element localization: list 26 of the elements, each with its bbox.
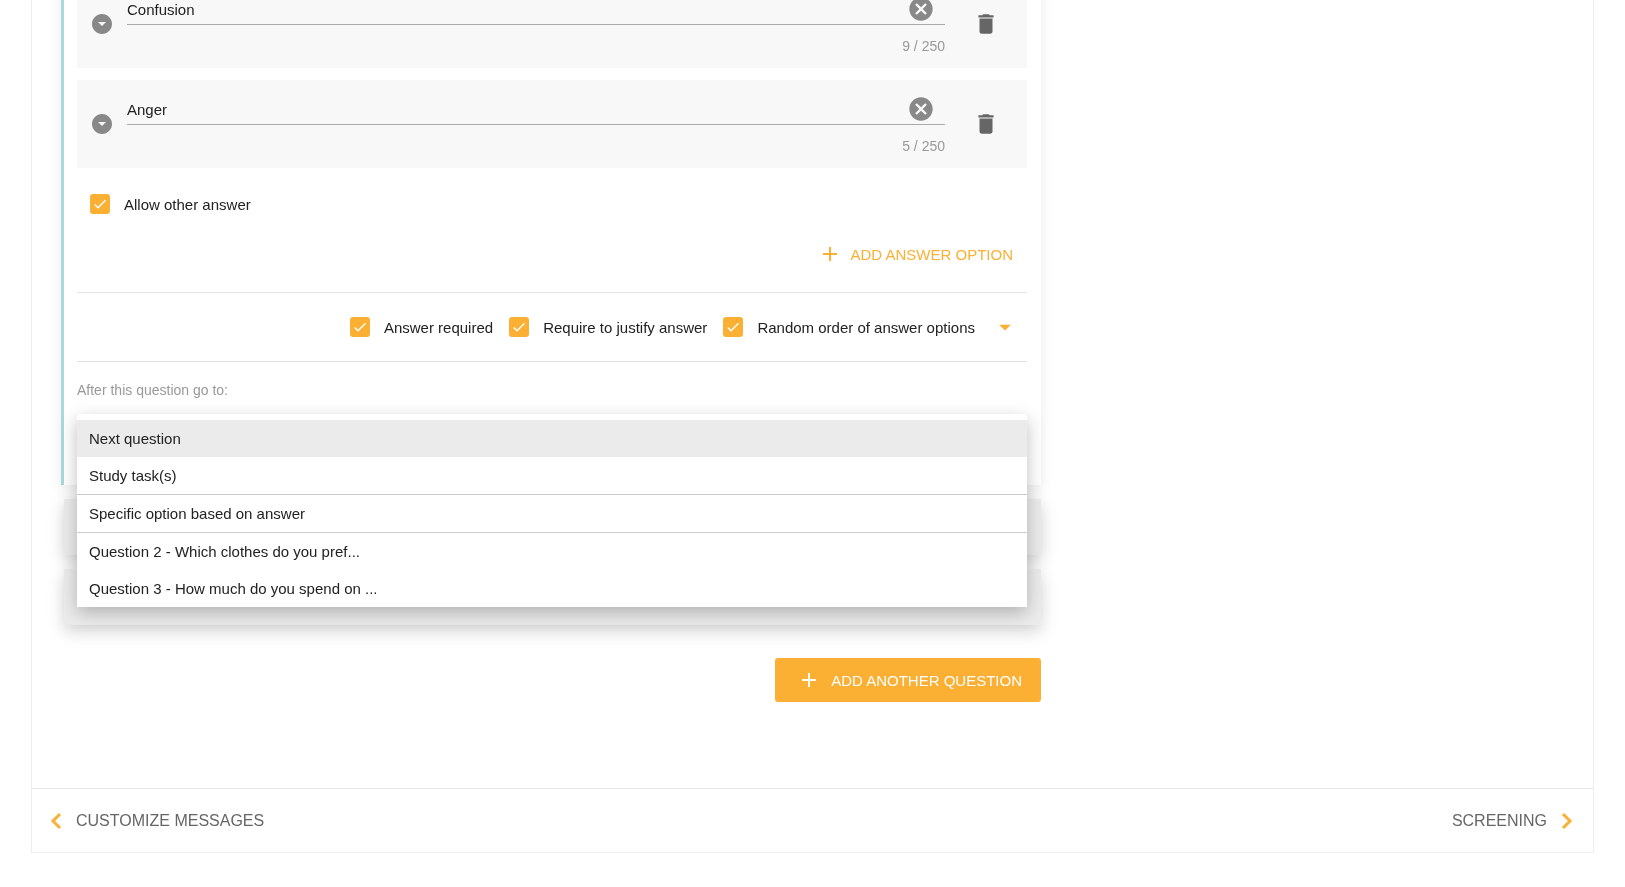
checkbox[interactable] xyxy=(90,194,110,214)
character-counter: 5 / 250 xyxy=(902,138,945,154)
clear-icon[interactable] xyxy=(907,95,935,123)
menu-item[interactable]: Specific option based on answer xyxy=(77,495,1027,532)
clear-icon[interactable] xyxy=(907,0,935,23)
checkbox-label: Random order of answer options xyxy=(757,318,975,336)
menu-item[interactable]: Question 2 - Which clothes do you pref... xyxy=(77,533,1027,570)
menu-item[interactable]: Next question xyxy=(77,420,1027,457)
menu-item[interactable]: Study task(s) xyxy=(77,457,1027,494)
checkbox-label: Allow other answer xyxy=(124,195,251,213)
back-link[interactable]: CUSTOMIZE MESSAGES xyxy=(50,811,265,830)
answer-option-field[interactable]: Confusion xyxy=(127,0,945,25)
chevron-right-icon xyxy=(1561,811,1573,830)
next-link[interactable]: SCREENING xyxy=(1451,811,1573,830)
checkbox-label: Require to justify answer xyxy=(543,318,708,336)
expand-icon[interactable] xyxy=(90,112,114,136)
menu-item[interactable]: Question 3 - How much do you spend on ... xyxy=(77,570,1027,607)
field-label: After this question go to: xyxy=(77,382,229,398)
character-counter: 9 / 250 xyxy=(902,38,945,54)
answer-option-field[interactable]: Anger xyxy=(127,94,945,125)
checkbox[interactable] xyxy=(723,317,744,337)
expand-icon[interactable] xyxy=(90,12,114,36)
checkbox-label: Answer required xyxy=(383,318,494,336)
chevron-left-icon xyxy=(50,811,62,830)
checkbox[interactable] xyxy=(349,317,370,337)
checkbox[interactable] xyxy=(509,317,530,337)
